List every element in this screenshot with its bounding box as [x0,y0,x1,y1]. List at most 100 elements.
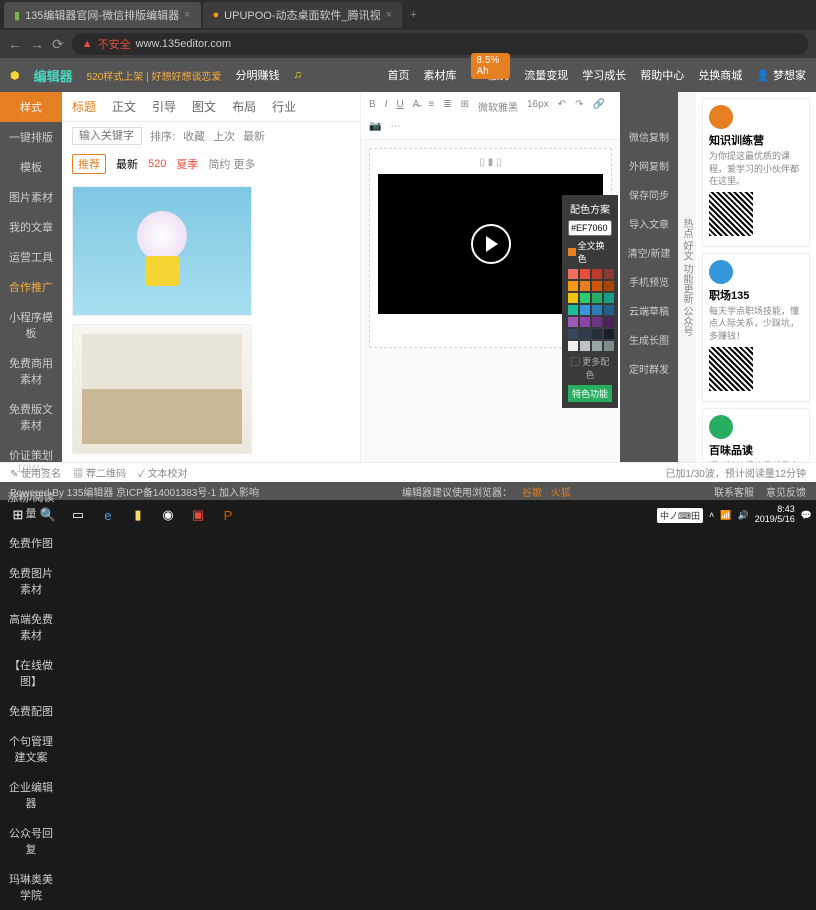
tool-schedule[interactable]: 定时群发 [620,354,678,383]
filter-recommend[interactable]: 推荐 [72,154,106,174]
sidebar-item[interactable]: 高端免费素材 [0,604,62,650]
filter-count[interactable]: 520 [148,158,166,170]
notifications-icon[interactable]: 💬 [801,510,812,521]
tab-imgtext[interactable]: 图文 [192,98,216,115]
strike-button[interactable]: A̶ [410,97,423,116]
sort-last[interactable]: 上次 [213,128,235,144]
color-swatch[interactable] [592,305,602,315]
color-swatch[interactable] [580,269,590,279]
forward-button[interactable]: → [30,36,44,52]
back-button[interactable]: ← [8,36,22,52]
color-swatch[interactable] [568,305,578,315]
reload-button[interactable]: ⟳ [52,36,64,53]
template-thumbnail-2[interactable] [72,324,252,454]
sidebar-item[interactable]: 免费作图 [0,528,62,558]
chrome-icon[interactable]: ◉ [154,503,182,527]
browser-tab-2[interactable]: ● UPUPOO-动态桌面软件_腾讯视 × [203,2,403,28]
nav-materials[interactable]: 素材库 [424,67,457,83]
color-hex-input[interactable] [568,220,612,236]
wifi-icon[interactable]: 📶 [720,510,731,521]
contact-link[interactable]: 联系客服 [714,484,754,499]
nav-vip[interactable]: 8.5% Ah VIP服务 [471,67,511,83]
color-swatch[interactable] [568,329,578,339]
sidebar-item[interactable]: 模板 [0,152,62,182]
bottom-signature[interactable]: ✎ 使用签名 [10,465,61,480]
nav-exchange[interactable]: 兑换商城 [698,67,742,83]
vertical-text-nav[interactable]: 热点 好文 功能更新 公众号 [678,92,696,462]
play-icon[interactable] [471,224,511,264]
color-swatch[interactable] [604,305,614,315]
sidebar-item[interactable]: 免费版文素材 [0,394,62,440]
bottom-proofread[interactable]: ✓ 文本校对 [138,465,188,480]
tab-industry[interactable]: 行业 [272,98,296,115]
sort-new[interactable]: 最新 [243,128,265,144]
color-swatch[interactable] [580,281,590,291]
nav-traffic[interactable]: 流量变现 [524,67,568,83]
address-bar[interactable]: ▲ 不安全 www.135editor.com [72,33,808,55]
bold-button[interactable]: B [366,97,379,116]
volume-icon[interactable]: 🔊 [738,510,749,521]
color-swatch[interactable] [580,341,590,351]
sidebar-item[interactable]: 公众号回复 [0,818,62,864]
edge-icon[interactable]: e [94,503,122,527]
powerpoint-icon[interactable]: P [214,503,242,527]
color-swatch[interactable] [580,305,590,315]
tray-up-icon[interactable]: ˄ [709,510,714,520]
sidebar-item[interactable]: 玛琳奥美学院 [0,864,62,910]
tool-long-image[interactable]: 生成长图 [620,325,678,354]
sidebar-item[interactable]: 我的文章 [0,212,62,242]
tab-title[interactable]: 标题 [72,98,96,115]
sidebar-item[interactable]: 图片素材 [0,182,62,212]
color-swatch[interactable] [592,281,602,291]
sidebar-item[interactable]: 合作推广 [0,272,62,302]
color-swatch[interactable] [592,317,602,327]
color-swatch[interactable] [580,293,590,303]
filter-season[interactable]: 夏季 [176,156,198,172]
feedback-link[interactable]: 意见反馈 [766,484,806,499]
color-swatch[interactable] [592,329,602,339]
app-icon[interactable]: ▣ [184,503,212,527]
color-swatch[interactable] [580,317,590,327]
tool-external-copy[interactable]: 外网复制 [620,151,678,180]
tool-cloud-draft[interactable]: 云端草稿 [620,296,678,325]
template-thumbnail-1[interactable] [72,186,252,316]
nav-help[interactable]: 帮助中心 [640,67,684,83]
search-input[interactable] [72,127,142,145]
color-swatch[interactable] [568,317,578,327]
font-select[interactable]: 微软雅黑 [475,97,521,116]
color-swatch[interactable] [604,281,614,291]
tab-guide[interactable]: 引导 [152,98,176,115]
size-select[interactable]: 16px [524,97,552,116]
clock[interactable]: 8:43 2019/5/16 [755,505,795,525]
color-swatch[interactable] [580,329,590,339]
color-swatch[interactable] [568,293,578,303]
tab-layout[interactable]: 布局 [232,98,256,115]
tab-text[interactable]: 正文 [112,98,136,115]
sort-fav[interactable]: 收藏 [183,128,205,144]
sidebar-item[interactable]: 免费商用素材 [0,348,62,394]
ime-indicator[interactable]: 中ノ⌨田 [657,508,703,523]
sidebar-item[interactable]: 一键排版 [0,122,62,152]
sidebar-item[interactable]: 免费图片素材 [0,558,62,604]
tool-preview[interactable]: 手机预览 [620,267,678,296]
color-swatch[interactable] [592,269,602,279]
windows-start-button[interactable]: ⊞ [4,503,32,527]
color-swatch[interactable] [592,293,602,303]
italic-button[interactable]: I [382,97,391,116]
ad-card-2[interactable]: 职场135 每天学点职场技能，懂点人际关系，少踩坑，多赚钱！ [702,253,810,402]
explorer-icon[interactable]: ▮ [124,503,152,527]
color-swatch[interactable] [568,341,578,351]
tool-import[interactable]: 导入文章 [620,209,678,238]
color-swatch[interactable] [604,341,614,351]
sidebar-item[interactable]: 企业编辑器 [0,772,62,818]
tool-wechat-copy[interactable]: 微信复制 [620,122,678,151]
logo[interactable]: 编辑器 [34,66,73,85]
nav-user[interactable]: 👤 梦想家 [756,67,806,83]
sidebar-item[interactable]: 运营工具 [0,242,62,272]
features-button[interactable]: 特色功能 [568,385,612,402]
taskview-icon[interactable]: ▭ [64,503,92,527]
sidebar-item[interactable]: 小程序模板 [0,302,62,348]
color-swatch[interactable] [604,317,614,327]
underline-button[interactable]: U [393,97,406,116]
color-swatch[interactable] [592,341,602,351]
